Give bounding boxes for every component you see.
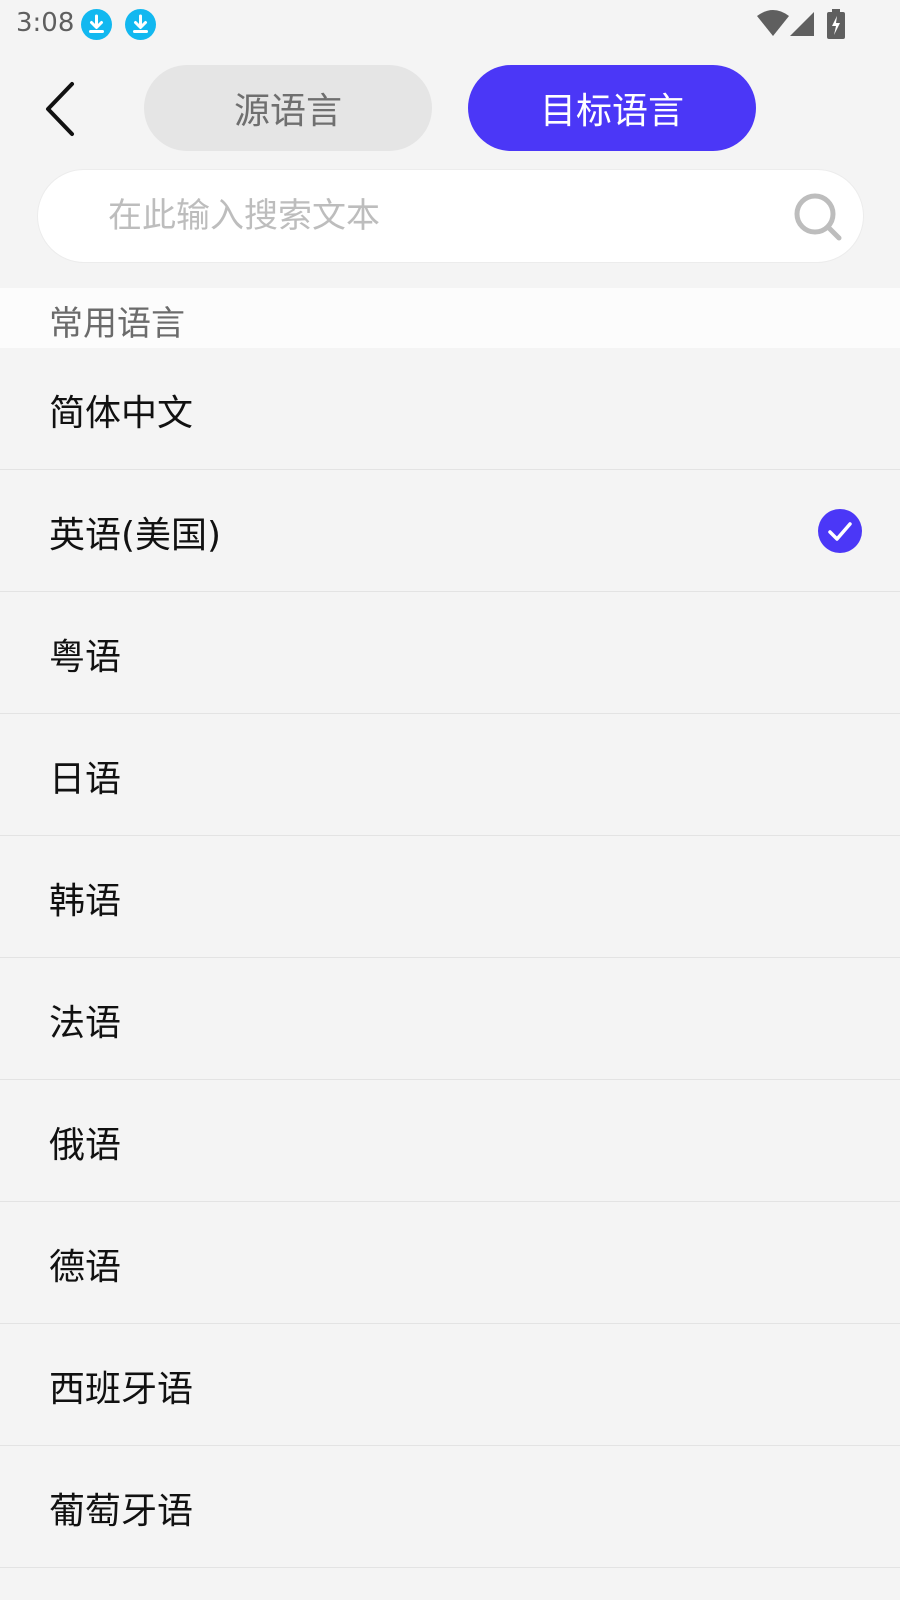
language-label: 韩语 xyxy=(49,881,122,922)
language-label: 西班牙语 xyxy=(49,1369,194,1410)
battery-charging-icon xyxy=(827,9,845,39)
status-time: 3:08 xyxy=(16,8,75,38)
language-item[interactable]: 粤语 xyxy=(0,592,900,714)
search-input[interactable] xyxy=(108,188,748,244)
chevron-left-icon xyxy=(46,82,74,136)
language-label: 英语(美国) xyxy=(49,515,222,556)
status-bar: 3:08 xyxy=(0,0,900,48)
language-item[interactable]: 俄语 xyxy=(0,1080,900,1202)
language-label: 俄语 xyxy=(49,1125,122,1166)
tab-label: 源语言 xyxy=(233,91,342,132)
language-item[interactable]: 简体中文 xyxy=(0,348,900,470)
back-button[interactable] xyxy=(36,78,86,140)
wifi-icon xyxy=(757,10,789,36)
language-label: 葡萄牙语 xyxy=(49,1491,194,1532)
tab-source-language[interactable]: 源语言 xyxy=(144,65,432,151)
download-icon xyxy=(125,9,156,40)
search-icon[interactable] xyxy=(791,190,845,244)
section-header-common-languages: 常用语言 xyxy=(0,288,900,348)
language-label: 德语 xyxy=(49,1247,122,1288)
language-label: 简体中文 xyxy=(49,393,194,434)
search-bar xyxy=(37,169,864,263)
download-icon xyxy=(81,9,112,40)
tab-label: 目标语言 xyxy=(539,91,684,132)
language-item[interactable]: 韩语 xyxy=(0,836,900,958)
cellular-signal-icon xyxy=(790,12,814,36)
language-item[interactable]: 日语 xyxy=(0,714,900,836)
language-label: 粤语 xyxy=(49,637,122,678)
top-bar: 3:08 源语言 目标语言 xyxy=(0,0,900,286)
check-circle-icon xyxy=(818,509,862,553)
language-item[interactable]: 英语(美国) xyxy=(0,470,900,592)
language-item[interactable]: 西班牙语 xyxy=(0,1324,900,1446)
language-item[interactable]: 葡萄牙语 xyxy=(0,1446,900,1568)
language-list: 简体中文 英语(美国) 粤语 日语 韩语 法语 俄语 德语 西班牙语 葡萄牙语 xyxy=(0,348,900,1568)
language-item[interactable]: 德语 xyxy=(0,1202,900,1324)
section-title: 常用语言 xyxy=(49,304,185,344)
tab-target-language[interactable]: 目标语言 xyxy=(468,65,756,151)
language-item[interactable]: 法语 xyxy=(0,958,900,1080)
language-label: 法语 xyxy=(49,1003,122,1044)
language-label: 日语 xyxy=(49,759,122,800)
